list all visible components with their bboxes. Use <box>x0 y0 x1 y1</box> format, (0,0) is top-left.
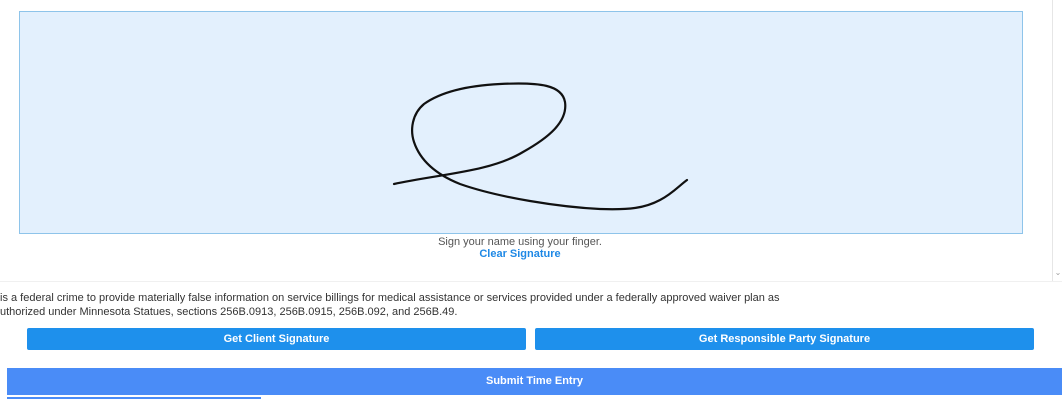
submit-time-entry-button[interactable]: Submit Time Entry <box>7 368 1062 395</box>
legal-notice-line-2: uthorized under Minnesota Statues, secti… <box>0 306 458 318</box>
time-entry-signature-page: Sign your name using your finger. Clear … <box>0 0 1062 403</box>
legal-notice-line-1: is a federal crime to provide materially… <box>0 292 780 304</box>
signature-instruction: Sign your name using your finger. <box>438 236 602 248</box>
clear-signature-link[interactable]: Clear Signature <box>0 248 1040 260</box>
get-client-signature-button[interactable]: Get Client Signature <box>27 328 526 350</box>
bottom-accent-line <box>7 397 261 399</box>
get-responsible-party-signature-button[interactable]: Get Responsible Party Signature <box>535 328 1034 350</box>
legal-notice: is a federal crime to provide materially… <box>0 291 1060 319</box>
signature-canvas[interactable] <box>19 11 1023 234</box>
signature-panel: Sign your name using your finger. Clear … <box>0 0 1062 281</box>
panel-divider <box>0 281 1062 282</box>
signature-stroke <box>392 82 689 211</box>
signature-panel-scrollbar[interactable] <box>1052 0 1062 281</box>
signature-stroke-layer <box>392 82 689 211</box>
chevron-down-icon[interactable]: ⌄ <box>1054 268 1062 278</box>
